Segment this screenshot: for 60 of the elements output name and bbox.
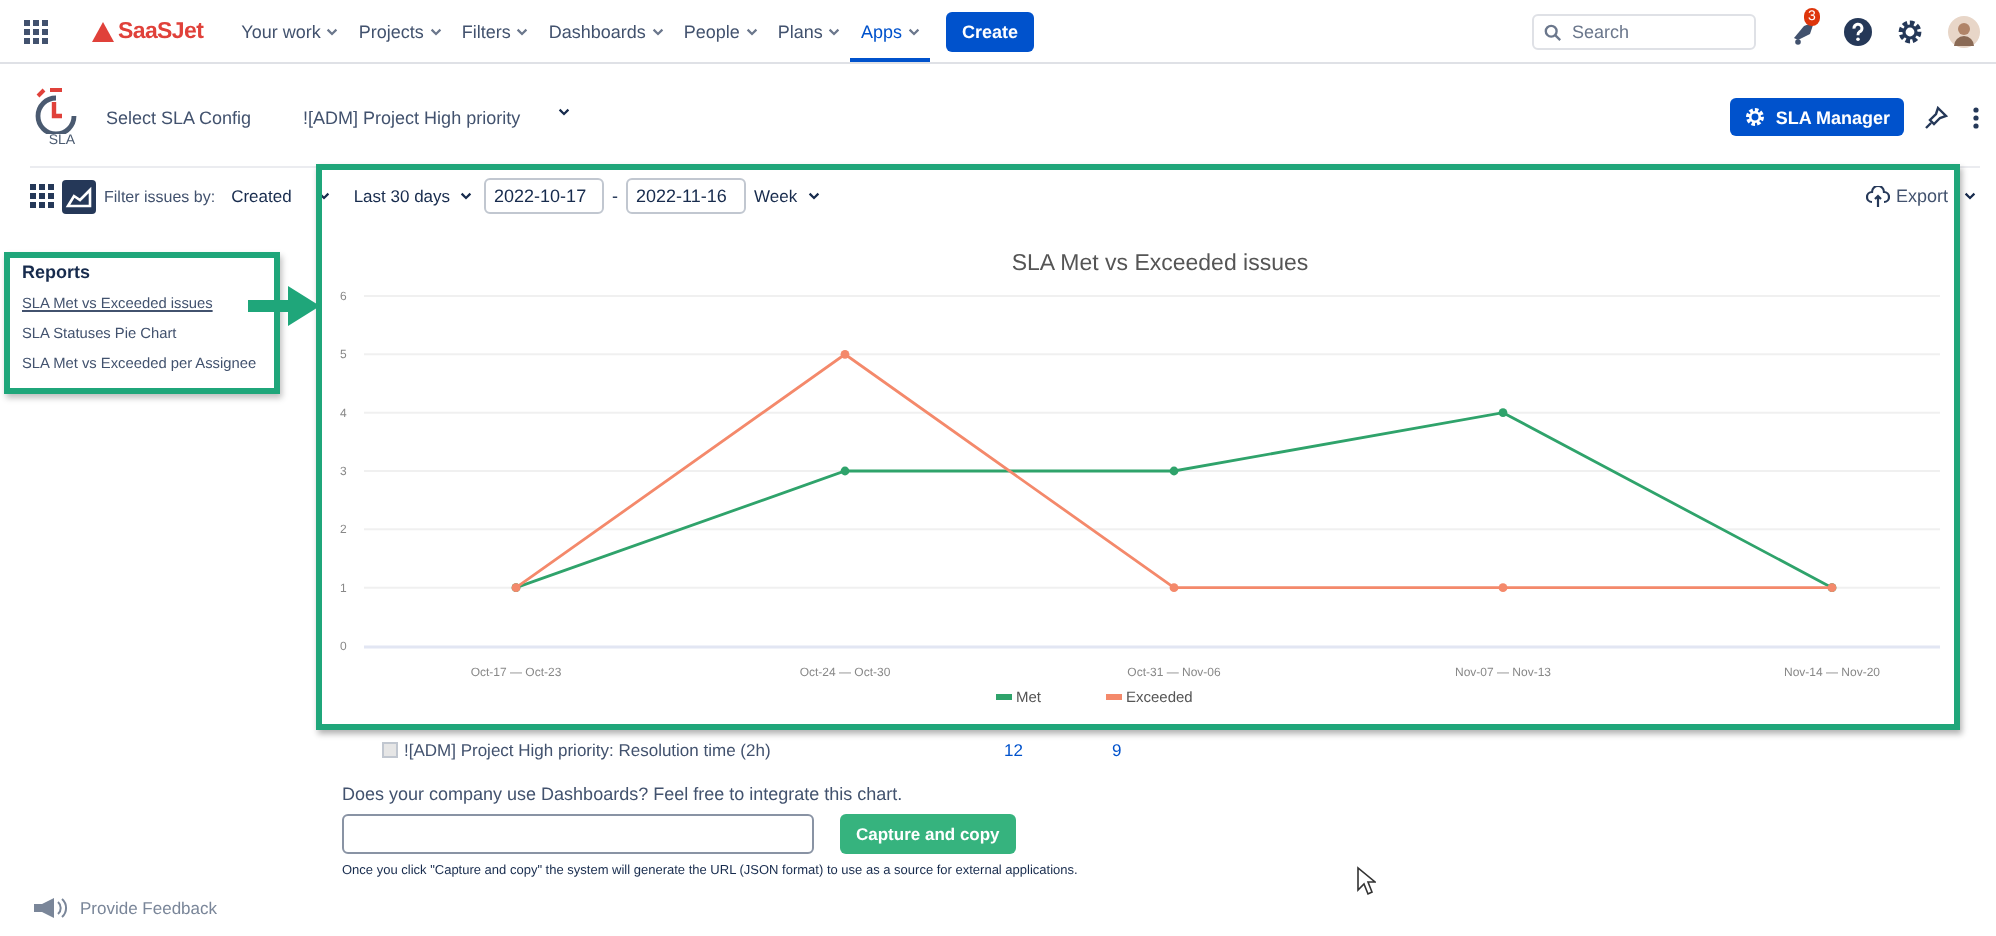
nav-menu-item[interactable]: Filters [451,0,539,62]
cursor-icon [1356,866,1376,896]
nav-menu-item[interactable]: Plans [767,0,851,62]
megaphone-icon [32,896,68,920]
url-field[interactable] [342,814,814,854]
settings-icon[interactable] [1896,17,1924,45]
data-point [1498,583,1508,593]
exceeded-count-link[interactable]: 9 [1112,740,1220,760]
chevron-down-icon [429,27,442,35]
filter-label: Filter issues by: [104,187,216,205]
chevron-down-icon [1964,192,1976,200]
nav-menu-item[interactable]: Your work [231,0,349,62]
chart-title: SLA Met vs Exceeded issues [1011,252,1309,276]
grouping-select[interactable]: Week [746,186,828,206]
config-label: Select SLA Config [106,107,252,127]
date-to-field[interactable]: 2022-11-16 [626,178,747,214]
chevron-down-icon [516,27,529,35]
help-icon[interactable] [1844,17,1872,45]
met-count-link[interactable]: 12 [1004,740,1112,760]
nav-menu-item[interactable]: Apps [850,0,930,62]
sla-name: ![ADM] Project High priority: Resolution time (2h) [404,740,773,760]
grid-view-icon[interactable] [30,184,54,208]
nav-menu-item[interactable]: Projects [348,0,452,62]
sla-manager-button[interactable]: SLA Manager [1729,98,1904,136]
data-point [1498,408,1508,418]
config-select[interactable]: ![ADM] Project High priority [291,105,583,129]
search-field[interactable]: Search [1532,13,1756,49]
chevron-down-icon [907,27,920,35]
brand-logo[interactable]: SaaSJet [118,19,204,43]
create-button[interactable]: Create [945,11,1034,51]
period-select[interactable]: Last 30 days [345,186,481,206]
nav-menu-item[interactable]: People [673,0,768,62]
data-point [840,349,850,359]
export-button[interactable]: Export [1853,183,1988,209]
data-point [1169,583,1179,593]
feedback-link[interactable]: Provide Feedback [80,898,218,918]
data-point [1169,466,1179,476]
date-from-field[interactable]: 2022-10-17 [484,178,605,214]
chevron-down-icon [745,27,758,35]
series-checkbox[interactable] [382,742,398,758]
field-select[interactable]: Created [223,186,338,206]
date-separator: - [612,186,619,206]
app-grid-icon[interactable] [24,19,48,43]
chevron-down-icon [326,27,339,35]
chevron-down-icon [460,192,473,200]
chevron-down-icon [828,27,841,35]
stopwatch-icon [32,85,80,133]
data-point [840,466,850,476]
cloud-upload-icon [1865,185,1890,207]
reports-title: Reports [22,262,93,282]
more-icon[interactable] [1972,105,1980,129]
pin-icon[interactable] [1924,105,1948,129]
avatar-icon[interactable] [1948,15,1980,47]
logo-icon [92,21,114,41]
chart-view-icon[interactable] [62,179,96,213]
gear-icon [1743,106,1766,128]
nav-menu-item[interactable]: Dashboards [538,0,674,62]
integration-question: Does your company use Dashboards? Feel free to integrate this chart. [342,784,905,804]
chevron-down-icon [651,27,664,35]
chevron-down-icon [807,192,820,200]
